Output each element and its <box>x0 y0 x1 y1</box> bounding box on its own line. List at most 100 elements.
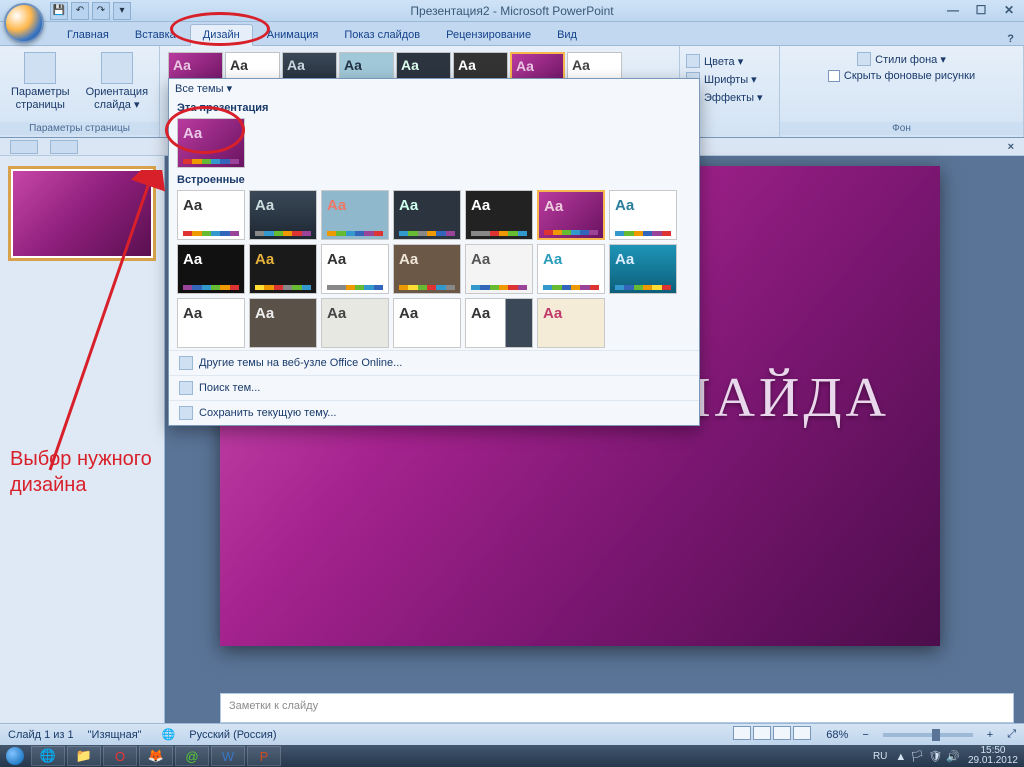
group-label-page-setup: Параметры страницы <box>0 122 159 135</box>
tray-date: 29.01.2012 <box>968 756 1018 766</box>
theme-item[interactable]: Aa <box>321 244 389 294</box>
qat-save[interactable]: 💾 <box>50 2 68 20</box>
folder-icon <box>179 381 193 395</box>
office-button[interactable] <box>4 3 44 43</box>
close-button[interactable]: ✕ <box>998 2 1020 18</box>
colors-button[interactable]: Цвета ▾ <box>686 52 743 70</box>
status-bar: Слайд 1 из 1 "Изящная" 🌐 Русский (Россия… <box>0 723 1024 745</box>
theme-item[interactable]: Aa <box>393 190 461 240</box>
theme-item[interactable]: Aa <box>609 244 677 294</box>
hide-bg-checkbox[interactable]: Скрыть фоновые рисунки <box>828 68 975 84</box>
slides-tab[interactable] <box>10 140 38 154</box>
windows-icon <box>6 747 24 765</box>
tray-icons[interactable]: ▲🏳🛡🔊 <box>893 750 962 763</box>
more-themes-online[interactable]: Другие темы на веб-узле Office Online... <box>169 350 699 375</box>
group-label-background: Фон <box>780 122 1023 135</box>
tray-lang[interactable]: RU <box>873 751 887 762</box>
ribbon-tabs: Главная Вставка Дизайн Анимация Показ сл… <box>0 22 1024 46</box>
effects-label: Эффекты ▾ <box>704 91 763 104</box>
task-word[interactable]: W <box>211 746 245 766</box>
zoom-in[interactable]: + <box>987 729 993 741</box>
theme-item[interactable]: Aa <box>249 190 317 240</box>
task-opera[interactable]: O <box>103 746 137 766</box>
theme-item[interactable]: Aa <box>177 190 245 240</box>
builtin-label: Встроенные <box>169 170 699 188</box>
tab-insert[interactable]: Вставка <box>123 25 188 45</box>
tab-animation[interactable]: Анимация <box>255 25 331 45</box>
save-current-theme[interactable]: Сохранить текущую тему... <box>169 400 699 425</box>
theme-item[interactable]: Aa <box>537 244 605 294</box>
notes-field[interactable]: Заметки к слайду <box>220 693 1014 723</box>
tab-home[interactable]: Главная <box>55 25 121 45</box>
status-slide: Слайд 1 из 1 <box>8 729 74 741</box>
panel-close[interactable]: × <box>1008 141 1014 153</box>
minimize-button[interactable]: — <box>942 2 964 18</box>
view-buttons[interactable] <box>732 726 812 743</box>
start-button[interactable] <box>0 745 30 767</box>
themes-gallery-dropdown: Все темы ▾ Эта презентация Aa Встроенные… <box>168 78 700 426</box>
task-mailru[interactable]: @ <box>175 746 209 766</box>
tab-view[interactable]: Вид <box>545 25 589 45</box>
page-params-button[interactable]: Параметры страницы <box>5 48 76 116</box>
qat-redo[interactable]: ↷ <box>92 2 110 20</box>
theme-item[interactable]: Aa <box>393 298 461 348</box>
task-firefox[interactable]: 🦊 <box>139 746 173 766</box>
title-bar: 💾 ↶ ↷ ▾ Презентация2 - Microsoft PowerPo… <box>0 0 1024 22</box>
zoom-value[interactable]: 68% <box>826 729 848 741</box>
fit-button[interactable]: ⤢ <box>1007 728 1016 741</box>
theme-current[interactable]: Aa <box>177 118 245 168</box>
orientation-label: Ориентация слайда ▾ <box>86 86 148 112</box>
window-title: Презентация2 - Microsoft PowerPoint <box>410 4 613 18</box>
slide-thumbnail-1[interactable] <box>8 166 156 261</box>
quick-access-toolbar: 💾 ↶ ↷ ▾ <box>50 2 131 20</box>
page-params-label: Параметры страницы <box>11 86 70 112</box>
theme-item[interactable]: Aa <box>249 244 317 294</box>
theme-item[interactable]: Aa <box>321 298 389 348</box>
theme-item[interactable]: Aa <box>177 244 245 294</box>
bg-styles-label: Стили фона ▾ <box>875 53 946 66</box>
page-params-icon <box>24 52 56 84</box>
theme-item[interactable]: Aa <box>537 298 605 348</box>
maximize-button[interactable]: ☐ <box>970 2 992 18</box>
colors-icon <box>686 54 700 68</box>
gallery-row: Aa Aa Aa Aa Aa Aa <box>169 296 699 350</box>
task-ie[interactable]: 🌐 <box>31 746 65 766</box>
tab-slideshow[interactable]: Показ слайдов <box>332 25 432 45</box>
theme-item-hover[interactable]: Aa <box>537 190 605 240</box>
help-icon[interactable]: ? <box>1007 33 1014 45</box>
save-icon <box>179 406 193 420</box>
tab-review[interactable]: Рецензирование <box>434 25 543 45</box>
annotation-text: Выбор нужного дизайна <box>10 446 152 498</box>
online-icon <box>179 356 193 370</box>
theme-item[interactable]: Aa <box>609 190 677 240</box>
qat-more[interactable]: ▾ <box>113 2 131 20</box>
gallery-row: Aa Aa Aa Aa Aa Aa Aa <box>169 188 699 242</box>
theme-item[interactable]: Aa <box>465 190 533 240</box>
theme-item[interactable]: Aa <box>465 298 533 348</box>
theme-item[interactable]: Aa <box>465 244 533 294</box>
theme-item[interactable]: Aa <box>393 244 461 294</box>
tab-design[interactable]: Дизайн <box>190 24 253 46</box>
bg-styles-button[interactable]: Стили фона ▾ <box>857 50 946 68</box>
this-presentation-label: Эта презентация <box>169 98 699 116</box>
taskbar: 🌐 📁 O 🦊 @ W P RU ▲🏳🛡🔊 15:50 29.01.2012 <box>0 745 1024 767</box>
slide-panel <box>0 156 165 723</box>
checkbox-icon <box>828 70 840 82</box>
system-tray: RU ▲🏳🛡🔊 15:50 29.01.2012 <box>873 746 1024 766</box>
task-explorer[interactable]: 📁 <box>67 746 101 766</box>
theme-item[interactable]: Aa <box>321 190 389 240</box>
browse-themes[interactable]: Поиск тем... <box>169 375 699 400</box>
orientation-button[interactable]: Ориентация слайда ▾ <box>80 48 154 116</box>
bg-styles-icon <box>857 52 871 66</box>
zoom-slider[interactable] <box>883 733 973 737</box>
zoom-out[interactable]: − <box>862 729 868 741</box>
all-themes-header[interactable]: Все темы ▾ <box>169 79 699 98</box>
task-powerpoint[interactable]: P <box>247 746 281 766</box>
qat-undo[interactable]: ↶ <box>71 2 89 20</box>
theme-item[interactable]: Aa <box>177 298 245 348</box>
theme-item[interactable]: Aa <box>249 298 317 348</box>
slide-thumb-preview <box>13 171 151 256</box>
group-page-setup: Параметры страницы Ориентация слайда ▾ П… <box>0 46 160 137</box>
status-language[interactable]: Русский (Россия) <box>189 729 276 741</box>
outline-tab[interactable] <box>50 140 78 154</box>
